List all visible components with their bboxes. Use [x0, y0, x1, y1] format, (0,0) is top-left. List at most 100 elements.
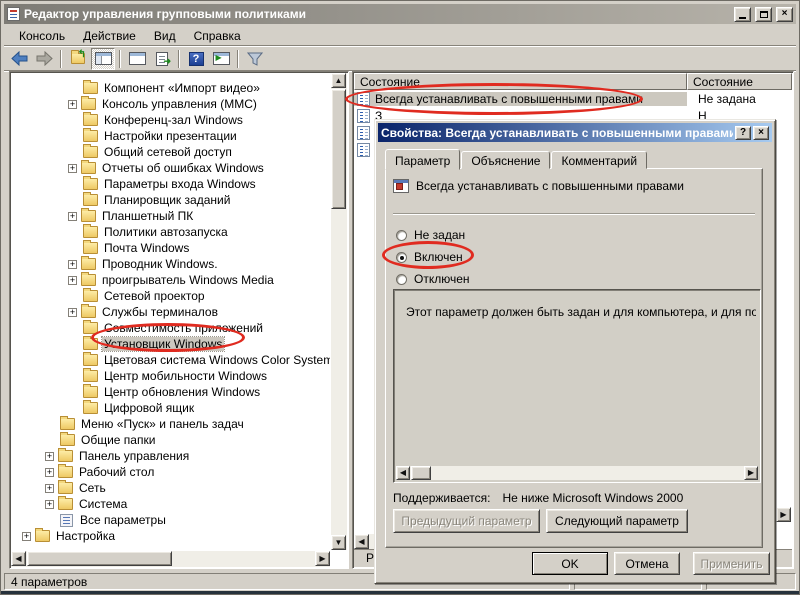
radio-button[interactable] — [396, 252, 407, 263]
tree-item[interactable]: Цифровой ящик — [12, 400, 330, 416]
column-header-state[interactable]: Состояние — [687, 73, 792, 90]
tree-item[interactable]: Планировщик заданий — [12, 192, 330, 208]
up-one-level-button[interactable]: ↰ — [66, 48, 90, 70]
tree-item[interactable]: +проигрыватель Windows Media — [12, 272, 330, 288]
tree-item[interactable]: Все параметры — [12, 512, 330, 528]
forward-button[interactable] — [32, 48, 56, 70]
dialog-close-button[interactable]: × — [753, 126, 769, 140]
ok-button[interactable]: OK — [532, 552, 608, 575]
help-horizontal-scrollbar[interactable]: ◀ ▶ — [396, 466, 758, 480]
tree-item[interactable]: Сетевой проектор — [12, 288, 330, 304]
properties-button[interactable] — [125, 48, 149, 70]
supported-label: Поддерживается: — [393, 491, 491, 505]
tree-item[interactable]: +Консоль управления (MMC) — [12, 96, 330, 112]
tree-item[interactable]: +Система — [12, 496, 330, 512]
close-button[interactable]: × — [776, 7, 793, 22]
tree-item[interactable]: +Панель управления — [12, 448, 330, 464]
menu-item-0[interactable]: Консоль — [10, 27, 74, 45]
tree-item[interactable]: +Планшетный ПК — [12, 208, 330, 224]
window-title: Редактор управления групповыми политикам… — [24, 7, 730, 21]
tree-item[interactable]: +Службы терминалов — [12, 304, 330, 320]
tree-item[interactable]: +Сеть — [12, 480, 330, 496]
tree-item[interactable]: +Рабочий стол — [12, 464, 330, 480]
show-console-tree-icon — [95, 52, 112, 65]
scroll-left-icon[interactable]: ◀ — [354, 534, 369, 549]
tree-item[interactable]: Меню «Пуск» и панель задач — [12, 416, 330, 432]
scroll-right-icon[interactable]: ▶ — [776, 507, 791, 522]
scroll-left-icon[interactable]: ◀ — [396, 466, 410, 480]
tree-item[interactable]: Центр мобильности Windows — [12, 368, 330, 384]
tree-item[interactable]: Цветовая система Windows Color System — [12, 352, 330, 368]
filter-button[interactable] — [243, 48, 267, 70]
tree-item[interactable]: Общий сетевой доступ — [12, 144, 330, 160]
radio-option[interactable]: Включен — [396, 249, 463, 265]
tree-item[interactable]: Установщик Windows — [12, 336, 330, 352]
tab-Комментарий[interactable]: Комментарий — [551, 151, 647, 169]
scroll-thumb[interactable] — [331, 89, 346, 209]
menu-item-2[interactable]: Вид — [145, 27, 185, 45]
tree-item[interactable]: Почта Windows — [12, 240, 330, 256]
tree-item[interactable]: Конференц-зал Windows — [12, 112, 330, 128]
apply-button[interactable]: Применить — [693, 552, 770, 575]
tree-item-label: Политики автозапуска — [102, 225, 230, 239]
show-console-tree-button[interactable] — [91, 48, 115, 70]
scroll-thumb[interactable] — [411, 466, 431, 480]
tree-item[interactable]: Общие папки — [12, 432, 330, 448]
window-titlebar[interactable]: Редактор управления групповыми политикам… — [4, 4, 796, 24]
dialog-titlebar[interactable]: Свойства: Всегда устанавливать с повышен… — [378, 123, 772, 142]
folder-icon — [81, 274, 96, 286]
tree-item[interactable]: Параметры входа Windows — [12, 176, 330, 192]
export-list-button[interactable]: ➜ — [150, 48, 174, 70]
separator — [393, 213, 755, 215]
cancel-button[interactable]: Отмена — [614, 552, 680, 575]
menu-item-1[interactable]: Действие — [74, 27, 145, 45]
expand-plus-icon[interactable]: + — [45, 468, 54, 477]
tab-Объяснение[interactable]: Объяснение — [461, 151, 550, 169]
list-row[interactable]: Всегда устанавливать с повышенными права… — [354, 90, 792, 107]
expand-plus-icon[interactable]: + — [45, 484, 54, 493]
expand-plus-icon[interactable]: + — [68, 276, 77, 285]
next-setting-button[interactable]: Следующий параметр — [546, 509, 688, 533]
tree-horizontal-scrollbar[interactable]: ◀ ▶ — [11, 551, 330, 567]
column-header-setting[interactable]: Состояние — [354, 73, 687, 90]
tree-vertical-scrollbar[interactable]: ▲ ▼ — [331, 73, 347, 550]
help-button[interactable]: ? — [184, 48, 208, 70]
maximize-button[interactable] — [755, 7, 772, 22]
expand-plus-icon[interactable]: + — [68, 308, 77, 317]
previous-setting-button[interactable]: Предыдущий параметр — [393, 509, 540, 533]
tree-item[interactable]: Центр обновления Windows — [12, 384, 330, 400]
scroll-left-icon[interactable]: ◀ — [11, 551, 26, 566]
tree-item[interactable]: Компонент «Импорт видео» — [12, 80, 330, 96]
tree-item[interactable]: Совместимость приложений — [12, 320, 330, 336]
dialog-help-button[interactable]: ? — [735, 126, 751, 140]
expand-plus-icon[interactable]: + — [68, 212, 77, 221]
scroll-up-icon[interactable]: ▲ — [331, 73, 346, 88]
tree-item[interactable]: + Проводник Windows. — [12, 256, 330, 272]
expand-plus-icon[interactable]: + — [68, 164, 77, 173]
radio-button[interactable] — [396, 274, 407, 285]
expand-plus-icon[interactable]: + — [45, 500, 54, 509]
expand-plus-icon[interactable]: + — [22, 532, 31, 541]
radio-option[interactable]: Не задан — [396, 227, 465, 243]
back-button[interactable] — [7, 48, 31, 70]
expand-plus-icon[interactable]: + — [68, 100, 77, 109]
scroll-right-icon[interactable]: ▶ — [744, 466, 758, 480]
expand-plus-icon[interactable]: + — [68, 260, 77, 269]
scroll-right-icon[interactable]: ▶ — [315, 551, 330, 566]
tab-Параметр[interactable]: Параметр — [385, 149, 460, 170]
minimize-button[interactable] — [734, 7, 751, 22]
tree-item[interactable]: +Отчеты об ошибках Windows — [12, 160, 330, 176]
radio-option[interactable]: Отключен — [396, 271, 470, 287]
scroll-thumb[interactable] — [27, 551, 172, 566]
radio-button[interactable] — [396, 230, 407, 241]
tree-item[interactable]: +Настройка — [12, 528, 330, 544]
folder-icon — [58, 466, 73, 478]
tree-item-label: Цветовая система Windows Color System — [102, 353, 330, 367]
tree-item-label: Проводник Windows. — [100, 257, 220, 271]
extended-view-button[interactable]: ▶ — [209, 48, 233, 70]
tree-item[interactable]: Политики автозапуска — [12, 224, 330, 240]
expand-plus-icon[interactable]: + — [45, 452, 54, 461]
menu-item-3[interactable]: Справка — [185, 27, 250, 45]
scroll-down-icon[interactable]: ▼ — [331, 535, 346, 550]
tree-item[interactable]: Настройки презентации — [12, 128, 330, 144]
